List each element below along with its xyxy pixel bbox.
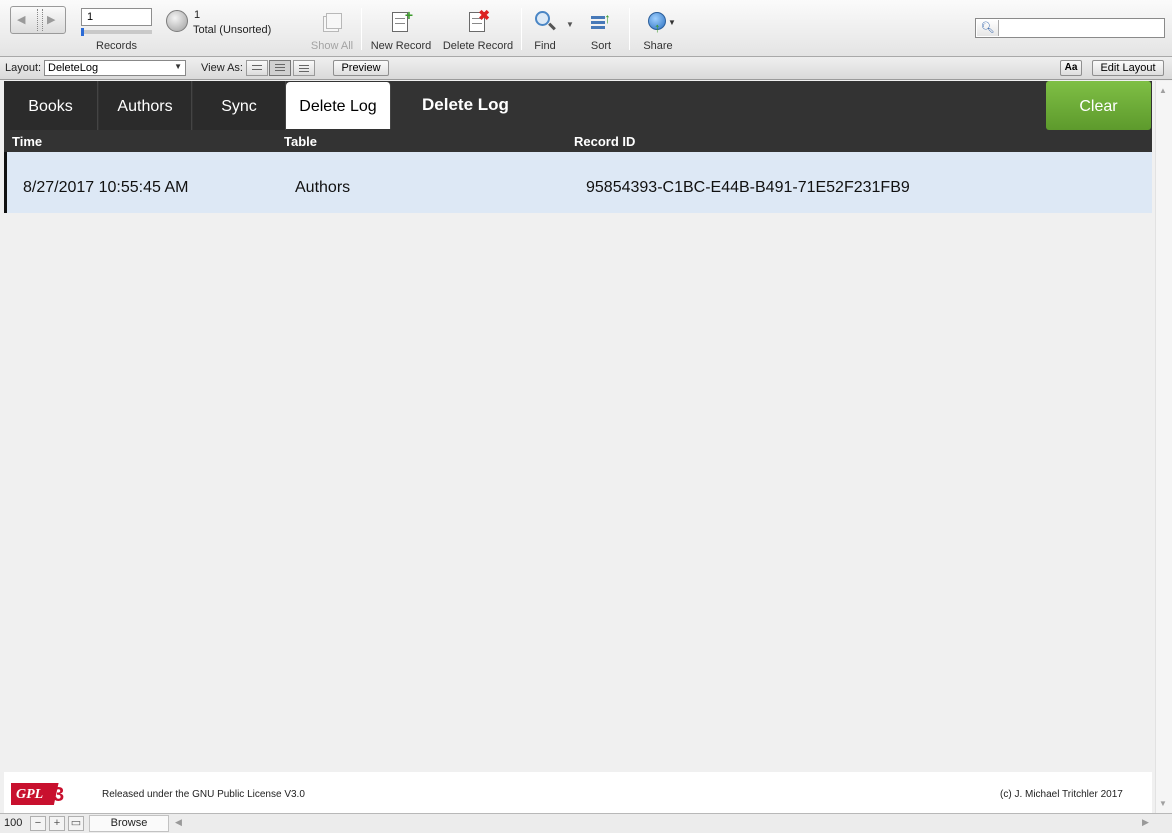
share-globe-icon: ↑: [646, 10, 670, 35]
view-as-form-button[interactable]: [246, 60, 268, 76]
layout-select-value: DeleteLog: [48, 62, 99, 74]
record-slider[interactable]: [81, 28, 152, 36]
clear-button[interactable]: Clear: [1046, 81, 1151, 130]
record-slider-thumb[interactable]: [81, 28, 84, 36]
vertical-scrollbar[interactable]: ▲ ▼: [1155, 81, 1172, 813]
svg-text:GPL: GPL: [16, 787, 43, 802]
layout-select[interactable]: DeleteLog ▼: [44, 60, 186, 76]
records-label: Records: [96, 40, 137, 52]
zoom-in-button[interactable]: +: [49, 816, 65, 831]
sort-button[interactable]: ↑ Sort: [587, 10, 615, 52]
found-count: 1: [194, 9, 201, 21]
zoom-out-button[interactable]: −: [30, 816, 46, 831]
share-dropdown-icon[interactable]: ▼: [668, 18, 676, 27]
current-record-field[interactable]: [81, 8, 152, 26]
column-header-table: Table: [284, 134, 317, 149]
show-all-icon: [320, 10, 344, 34]
chevron-down-icon: ▼: [174, 62, 182, 71]
show-all-label: Show All: [310, 40, 354, 52]
magnifier-icon: [533, 10, 557, 34]
status-toolbar: ◀ ▶ Records 1 Total (Unsorted) Show All …: [0, 0, 1172, 57]
scroll-up-icon[interactable]: ▲: [1159, 86, 1167, 95]
previous-record-icon[interactable]: ◀: [17, 13, 25, 26]
formatting-bar-button[interactable]: Aa: [1060, 60, 1082, 76]
delete-record-icon: ✖: [466, 8, 490, 34]
page-title: Delete Log: [422, 95, 509, 114]
record-navigator[interactable]: ◀ ▶: [10, 6, 66, 34]
status-bar: 100 − + ▭ Browse ◀ ▶: [0, 813, 1172, 833]
scroll-down-icon[interactable]: ▼: [1159, 799, 1167, 808]
cell-table[interactable]: Authors: [295, 179, 350, 197]
tab-delete-log[interactable]: Delete Log: [286, 82, 391, 129]
find-label: Find: [534, 40, 556, 52]
toolbar-separator: [521, 8, 522, 50]
cell-time[interactable]: 8/27/2017 10:55:45 AM: [23, 179, 188, 197]
find-dropdown-icon[interactable]: ▼: [566, 20, 574, 29]
new-record-icon: +: [389, 8, 413, 34]
tab-authors[interactable]: Authors: [99, 81, 192, 130]
gplv3-logo-icon: GPL 3: [11, 783, 64, 806]
find-button[interactable]: Find: [530, 10, 560, 52]
column-header-time: Time: [12, 134, 43, 149]
scroll-left-icon[interactable]: ◀: [175, 817, 182, 828]
view-as-label: View As:: [201, 62, 243, 74]
delete-record-label: Delete Record: [442, 40, 514, 52]
edit-layout-button[interactable]: Edit Layout: [1092, 60, 1164, 76]
cell-record-id[interactable]: 95854393-C1BC-E44B-B491-71E52F231FB9: [586, 179, 910, 197]
mode-indicator[interactable]: Browse: [89, 815, 169, 832]
svg-text:3: 3: [53, 784, 64, 806]
layout-label: Layout:: [5, 62, 42, 74]
new-record-button[interactable]: + New Record: [369, 8, 433, 52]
tab-books[interactable]: Books: [4, 81, 98, 130]
scroll-right-icon[interactable]: ▶: [1142, 817, 1149, 828]
found-set-pie-icon[interactable]: [166, 10, 188, 32]
license-text: Released under the GNU Public License V3…: [102, 789, 305, 800]
next-record-icon[interactable]: ▶: [47, 13, 55, 26]
preview-button[interactable]: Preview: [333, 60, 389, 76]
quick-find-input[interactable]: [1000, 20, 1162, 36]
sort-icon: ↑: [589, 10, 613, 34]
toolbar-separator: [629, 8, 630, 50]
sort-label: Sort: [590, 40, 612, 52]
layout-bar: Layout: DeleteLog ▼ View As: Preview Aa …: [0, 57, 1172, 80]
view-as-table-button[interactable]: [293, 60, 315, 76]
total-sort-status: Total (Unsorted): [193, 24, 272, 36]
toggle-status-toolbar-button[interactable]: ▭: [68, 816, 84, 831]
layout-footer: GPL 3 Released under the GNU Public Lice…: [4, 772, 1152, 813]
header-band: Books Authors Sync Delete Log Delete Log…: [4, 81, 1152, 152]
share-label: Share: [643, 40, 673, 52]
layout-content: Books Authors Sync Delete Log Delete Log…: [0, 81, 1155, 813]
toolbar-separator: [361, 8, 362, 50]
view-as-list-button[interactable]: [269, 60, 291, 76]
tab-sync[interactable]: Sync: [193, 81, 286, 130]
column-header-record-id: Record ID: [574, 134, 636, 149]
book-spine-icon: [37, 9, 43, 31]
table-row[interactable]: 8/27/2017 10:55:45 AM Authors 95854393-C…: [4, 152, 1152, 213]
zoom-level[interactable]: 100: [4, 817, 22, 829]
copyright-text: (c) J. Michael Tritchler 2017: [1000, 789, 1123, 800]
search-icon[interactable]: 🔍︎: [977, 20, 999, 36]
delete-record-button[interactable]: ✖ Delete Record: [441, 8, 515, 52]
new-record-label: New Record: [370, 40, 432, 52]
show-all-button[interactable]: Show All: [308, 10, 356, 52]
quick-find-box[interactable]: 🔍︎: [975, 18, 1165, 38]
